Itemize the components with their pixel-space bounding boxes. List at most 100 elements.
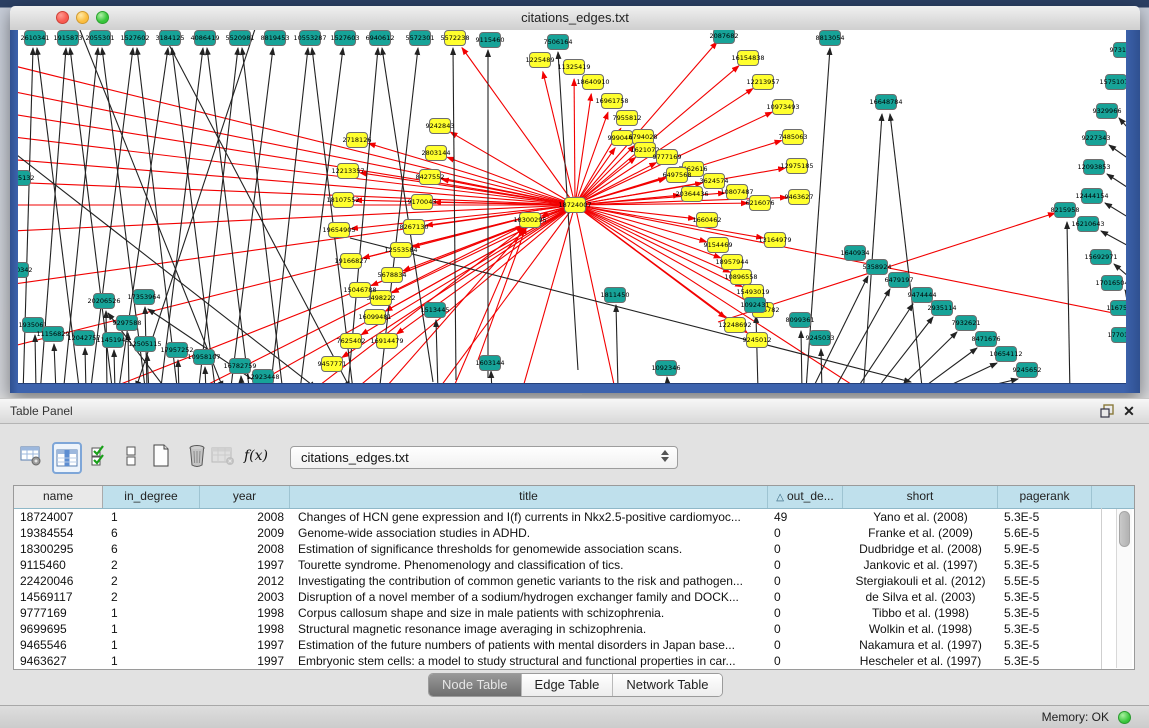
table-row[interactable]: 946554611997Estimation of the future num… bbox=[14, 637, 1134, 653]
tab-edge-table[interactable]: Edge Table bbox=[522, 674, 614, 696]
graph-node-label: 20206526 bbox=[87, 297, 120, 305]
function-builder-icon[interactable]: f(x) bbox=[243, 442, 269, 470]
table-cell: 0 bbox=[768, 525, 843, 541]
table-cell: 5.3E-5 bbox=[998, 621, 1092, 637]
graph-node-label: 10807487 bbox=[720, 188, 753, 196]
table-row[interactable]: 2242004622012Investigating the contribut… bbox=[14, 573, 1134, 589]
table-row[interactable]: 1872400712008Changes of HCN gene express… bbox=[14, 509, 1134, 525]
tab-node-table[interactable]: Node Table bbox=[429, 674, 522, 696]
graph-node-label: 15751074 bbox=[1099, 78, 1126, 86]
table-scrollbar[interactable] bbox=[1116, 509, 1132, 668]
float-panel-icon[interactable] bbox=[1099, 403, 1115, 419]
table-row[interactable]: 977716911998Corpus callosum shape and si… bbox=[14, 605, 1134, 621]
table-settings-icon[interactable] bbox=[18, 442, 44, 470]
table-cell: 0 bbox=[768, 653, 843, 669]
graph-node-label: 7955812 bbox=[613, 114, 642, 122]
table-cell: Franke et al. (2009) bbox=[843, 525, 998, 541]
unselect-all-icon[interactable] bbox=[118, 442, 144, 470]
table-row[interactable]: 911546021997Tourette syndrome. Phenomeno… bbox=[14, 557, 1134, 573]
graph-node-label: 12505115 bbox=[128, 340, 161, 348]
column-header-out-degree[interactable]: △out_de... bbox=[768, 486, 843, 508]
graph-node-label: 9115460 bbox=[476, 36, 505, 44]
graph-node-label: 16961758 bbox=[595, 97, 628, 105]
graph-node-label: 3498222 bbox=[367, 294, 396, 302]
table-type-tabs: Node Table Edge Table Network Table bbox=[428, 673, 723, 697]
graph-node-label: 18640910 bbox=[576, 78, 609, 86]
table-scrollbar-thumb[interactable] bbox=[1119, 511, 1130, 547]
column-header-pagerank[interactable]: pagerank bbox=[998, 486, 1092, 508]
select-all-icon[interactable] bbox=[86, 442, 112, 470]
sort-ascending-icon: △ bbox=[776, 492, 784, 503]
table-cell: 9465546 bbox=[14, 637, 103, 653]
graph-node-label: 9170043 bbox=[408, 198, 437, 206]
graph-node-label: 10553287 bbox=[293, 34, 326, 42]
graph-node-label: 1092346 bbox=[652, 364, 681, 372]
table-row[interactable]: 1456911722003Disruption of a novel membe… bbox=[14, 589, 1134, 605]
table-row[interactable]: 1938455462009Genome-wide association stu… bbox=[14, 525, 1134, 541]
network-window: citations_edges.txt 18724007183002959242… bbox=[10, 6, 1140, 393]
show-columns-icon[interactable] bbox=[52, 442, 82, 474]
table-cell: 5.5E-5 bbox=[998, 573, 1092, 589]
table-row[interactable]: 1830029562008Estimation of significance … bbox=[14, 541, 1134, 557]
table-cell: Investigating the contribution of common… bbox=[290, 573, 768, 589]
new-column-icon[interactable] bbox=[148, 442, 174, 470]
graph-node-label: 1527603 bbox=[331, 34, 360, 42]
table-cell: 0 bbox=[768, 573, 843, 589]
graph-node-label: 1660462 bbox=[693, 216, 722, 224]
table-row[interactable]: 946362711997Embryonic stem cells: a mode… bbox=[14, 653, 1134, 669]
window-titlebar[interactable]: citations_edges.txt bbox=[10, 6, 1140, 31]
table-cell: Corpus callosum shape and size in male p… bbox=[290, 605, 768, 621]
graph-node-label: 8267130 bbox=[400, 223, 429, 231]
memory-status-indicator[interactable] bbox=[1118, 711, 1131, 724]
graph-node-label: 2610342 bbox=[18, 266, 32, 274]
delete-table-icon bbox=[210, 442, 236, 470]
column-header-short[interactable]: short bbox=[843, 486, 998, 508]
table-selector-dropdown[interactable]: citations_edges.txt bbox=[290, 446, 678, 469]
graph-node-label: 6216076 bbox=[746, 199, 775, 207]
table-cell: 6 bbox=[103, 525, 200, 541]
graph-node-label: 11156829 bbox=[36, 330, 69, 338]
graph-node-label: 12975185 bbox=[780, 162, 813, 170]
graph-node-label: 8427552 bbox=[416, 173, 445, 181]
graph-node-label: 11451945 bbox=[96, 336, 129, 344]
table-cell: 0 bbox=[768, 637, 843, 653]
graph-node-label: 8471676 bbox=[972, 335, 1001, 343]
table-cell: 0 bbox=[768, 541, 843, 557]
delete-column-icon[interactable] bbox=[184, 442, 210, 470]
graph-node-label: 9297588 bbox=[113, 319, 142, 327]
graph-node-label: 6940612 bbox=[366, 34, 395, 42]
graph-node-label: 12213357 bbox=[331, 167, 364, 175]
column-header-title[interactable]: title bbox=[290, 486, 768, 508]
graph-node-label: 9245012 bbox=[743, 336, 772, 344]
graph-node-label: 5520981 bbox=[226, 34, 255, 42]
table-cell: Structural magnetic resonance image aver… bbox=[290, 621, 768, 637]
graph-node-label: 16782759 bbox=[223, 362, 256, 370]
table-cell: 5.3E-5 bbox=[998, 557, 1092, 573]
network-canvas[interactable]: 1872400718300295924284328031448427552917… bbox=[18, 30, 1126, 383]
node-table: name in_degree year title △out_de... sho… bbox=[13, 485, 1135, 670]
table-cell: 0 bbox=[768, 621, 843, 637]
column-header-year[interactable]: year bbox=[200, 486, 290, 508]
table-cell: Genome-wide association studies in ADHD. bbox=[290, 525, 768, 541]
column-header-name[interactable]: name bbox=[14, 486, 103, 508]
table-cell: 1 bbox=[103, 509, 200, 525]
graph-node-label: 1640934 bbox=[841, 249, 870, 257]
graph-node-label: 1811450 bbox=[601, 291, 630, 299]
table-panel: Table Panel ✕ bbox=[0, 398, 1149, 705]
table-cell: 1998 bbox=[200, 621, 290, 637]
table-cell: 6 bbox=[103, 541, 200, 557]
tab-network-table[interactable]: Network Table bbox=[613, 674, 721, 696]
graph-node-label: 2718126 bbox=[343, 136, 372, 144]
close-panel-icon[interactable]: ✕ bbox=[1121, 403, 1137, 419]
graph-node-label: 13164979 bbox=[758, 236, 791, 244]
table-cell: 2 bbox=[103, 573, 200, 589]
table-cell: 2008 bbox=[200, 509, 290, 525]
table-cell: Estimation of significance thresholds fo… bbox=[290, 541, 768, 557]
table-cell: Hescheler et al. (1997) bbox=[843, 653, 998, 669]
graph-node-label: 2055301 bbox=[86, 34, 115, 42]
column-header-in-degree[interactable]: in_degree bbox=[103, 486, 200, 508]
table-cell: 5.9E-5 bbox=[998, 541, 1092, 557]
graph-node-label: 12248692 bbox=[718, 321, 751, 329]
table-row[interactable]: 969969511998Structural magnetic resonanc… bbox=[14, 621, 1134, 637]
table-cell: Disruption of a novel member of a sodium… bbox=[290, 589, 768, 605]
